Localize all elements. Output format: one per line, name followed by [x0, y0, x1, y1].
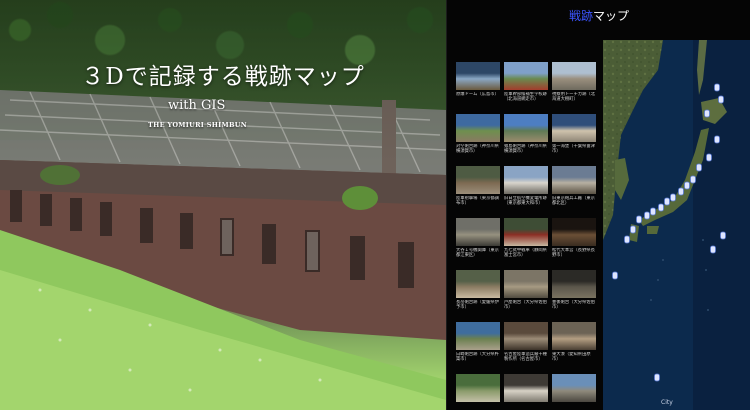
site-thumbnail[interactable]	[504, 62, 548, 90]
site-card[interactable]: 猿島砲台跡（神奈川県横須賀市）	[504, 114, 548, 166]
site-caption: 松代大本営（長野県長野市）	[552, 248, 595, 259]
site-caption: 陸軍射撃場（東京都調布市）	[456, 196, 499, 207]
site-caption	[504, 404, 548, 410]
site-thumbnail[interactable]	[456, 322, 500, 350]
site-card[interactable]	[456, 374, 500, 410]
panel-header: 戦跡マップ	[447, 0, 750, 34]
site-marker[interactable]	[718, 95, 724, 104]
site-marker[interactable]	[630, 225, 636, 234]
site-card[interactable]: 九七式中戦車（静岡県富士宮市）	[504, 218, 548, 270]
site-card[interactable]: 陸軍射撃場（東京都調布市）	[456, 166, 500, 218]
hero-banner: ３Dで記録する戦跡マップ with GIS THE YOMIURI SHIMBU…	[0, 0, 446, 410]
site-marker[interactable]	[650, 207, 656, 216]
site-marker[interactable]	[670, 193, 676, 202]
site-caption: 長岳砲台跡（愛媛県伊予市）	[456, 300, 499, 311]
site-card[interactable]: 豊後砲台（大分県佐伯市）	[552, 270, 596, 322]
japan-map[interactable]: City	[603, 40, 750, 410]
site-marker[interactable]	[612, 271, 618, 280]
site-thumbnail[interactable]	[456, 218, 500, 246]
site-caption: 東大湊（愛知県田原市）	[552, 352, 591, 363]
hero-subtitle: with GIS	[168, 98, 226, 113]
panel-title-rest: マップ	[593, 9, 630, 23]
site-thumbnail[interactable]	[552, 62, 596, 90]
map-city-label: City	[661, 399, 673, 406]
site-thumbnail[interactable]	[504, 166, 548, 194]
site-thumbnail[interactable]	[504, 322, 548, 350]
site-thumbnail[interactable]	[552, 218, 596, 246]
site-marker[interactable]	[696, 163, 702, 172]
site-caption: 視察用トーチカ跡（北海道大樹町）	[552, 92, 595, 103]
site-card[interactable]	[504, 374, 548, 410]
site-caption: 九七式中戦車（静岡県富士宮市）	[504, 248, 547, 259]
site-caption: 白崎砲台跡（大分県杵築市）	[456, 352, 499, 363]
site-card[interactable]: 松代大本営（長野県長野市）	[552, 218, 596, 270]
site-thumbnail[interactable]	[504, 218, 548, 246]
site-marker[interactable]	[624, 235, 630, 244]
site-caption: 旧日立航空機変電所跡（東京都東大和市）	[504, 196, 547, 207]
site-marker[interactable]	[678, 187, 684, 196]
site-card[interactable]: 名古屋陸軍造兵廠千種製作所（名古屋市）	[504, 322, 548, 374]
site-card[interactable]: 対空砲台跡（神奈川県横須賀市）	[456, 114, 500, 166]
site-thumbnail[interactable]	[504, 270, 548, 298]
site-caption: 陸軍幹部候補生学校跡（北海道網走市）	[504, 92, 547, 103]
site-marker[interactable]	[714, 135, 720, 144]
site-card[interactable]	[552, 374, 596, 410]
site-thumbnail[interactable]	[456, 114, 500, 142]
site-thumbnail[interactable]	[552, 166, 596, 194]
site-marker[interactable]	[654, 373, 660, 382]
site-card[interactable]: 原爆ドーム（広島市）	[456, 62, 500, 114]
panel-title-accent: 戦跡	[568, 9, 593, 23]
site-thumbnail[interactable]	[456, 62, 500, 90]
site-marker[interactable]	[644, 211, 650, 220]
hero-title: ３Dで記録する戦跡マップ	[81, 64, 365, 90]
site-thumbnail[interactable]	[456, 166, 500, 194]
site-caption	[552, 404, 596, 410]
site-thumbnail[interactable]	[552, 270, 596, 298]
site-marker[interactable]	[684, 181, 690, 190]
site-list: 原爆ドーム（広島市） 陸軍幹部候補生学校跡（北海道網走市） 視察用トーチカ跡（北海道…	[456, 62, 598, 410]
site-thumbnail[interactable]	[456, 270, 500, 298]
site-card[interactable]: 視察用トーチカ跡（北海道大樹町）	[552, 62, 596, 114]
site-caption: 大谷１号機関庫（東京都江東区）	[456, 248, 499, 259]
site-marker[interactable]	[690, 175, 696, 184]
site-caption: 猿島砲台跡（神奈川県横須賀市）	[504, 144, 547, 155]
site-card[interactable]: 第一海堡（千葉県富津市）	[552, 114, 596, 166]
site-thumbnail[interactable]	[504, 374, 548, 402]
site-marker[interactable]	[706, 153, 712, 162]
panel-title: 戦跡マップ	[569, 7, 629, 24]
site-caption: 対空砲台跡（神奈川県横須賀市）	[456, 144, 499, 155]
site-card[interactable]: 白崎砲台跡（大分県杵築市）	[456, 322, 500, 374]
site-caption: 第一海堡（千葉県富津市）	[552, 144, 595, 155]
site-caption: 原爆ドーム（広島市）	[456, 92, 499, 97]
site-caption: 名古屋陸軍造兵廠千種製作所（名古屋市）	[504, 352, 547, 363]
site-card[interactable]: 旧東京砲兵工廠（東京都北区）	[552, 166, 596, 218]
newspaper-brand: THE YOMIURI SHIMBUN	[148, 121, 247, 129]
site-card[interactable]: 大谷１号機関庫（東京都江東区）	[456, 218, 500, 270]
site-caption: 旧東京砲兵工廠（東京都北区）	[552, 196, 595, 207]
site-card[interactable]: 旧日立航空機変電所跡（東京都東大和市）	[504, 166, 548, 218]
site-caption: 芦屋砲台（大分県佐伯市）	[504, 300, 547, 311]
site-thumbnail[interactable]	[552, 114, 596, 142]
site-marker[interactable]	[664, 197, 670, 206]
site-thumbnail[interactable]	[456, 374, 500, 402]
site-marker[interactable]	[704, 109, 710, 118]
site-card[interactable]: 芦屋砲台（大分県佐伯市）	[504, 270, 548, 322]
site-caption	[456, 404, 500, 410]
site-card[interactable]: 陸軍幹部候補生学校跡（北海道網走市）	[504, 62, 548, 114]
map-panel: 戦跡マップ 原爆ドーム（広島市） 陸軍幹部候補生学校跡（北海道網走市） 視察用トーチ…	[446, 0, 750, 410]
site-marker[interactable]	[658, 203, 664, 212]
site-marker[interactable]	[636, 215, 642, 224]
site-caption: 豊後砲台（大分県佐伯市）	[552, 300, 595, 311]
site-thumbnail[interactable]	[504, 114, 548, 142]
site-marker[interactable]	[720, 231, 726, 240]
site-thumbnail[interactable]	[552, 374, 596, 402]
site-card[interactable]: 長岳砲台跡（愛媛県伊予市）	[456, 270, 500, 322]
site-marker[interactable]	[714, 83, 720, 92]
site-card[interactable]: 東大湊（愛知県田原市）	[552, 322, 596, 374]
site-thumbnail[interactable]	[552, 322, 596, 350]
site-marker[interactable]	[710, 245, 716, 254]
